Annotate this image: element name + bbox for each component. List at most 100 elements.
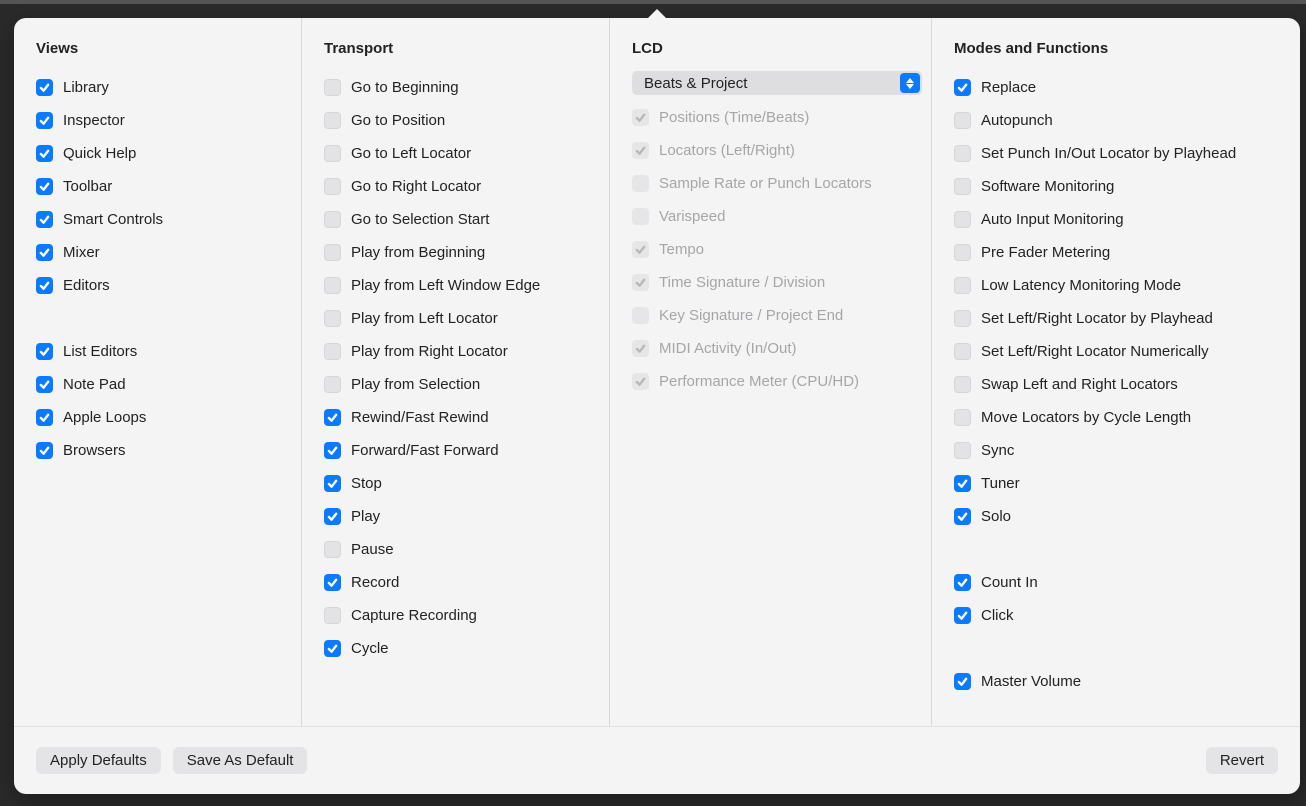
checkbox-set-punch-in-out-locator-by-playhead[interactable] bbox=[954, 145, 971, 162]
lcd-mode-select[interactable]: Beats & Project bbox=[632, 71, 922, 95]
checkbox-play-from-selection[interactable] bbox=[324, 376, 341, 393]
checkbox-go-to-beginning[interactable] bbox=[324, 79, 341, 96]
checkbox-move-locators-by-cycle-length[interactable] bbox=[954, 409, 971, 426]
checkbox-go-to-position[interactable] bbox=[324, 112, 341, 129]
revert-button[interactable]: Revert bbox=[1206, 747, 1278, 774]
checkbox-list-editors[interactable] bbox=[36, 343, 53, 360]
option-capture-recording[interactable]: Capture Recording bbox=[324, 599, 587, 632]
option-performance-meter-cpu-hd: Performance Meter (CPU/HD) bbox=[632, 365, 909, 398]
checkbox-quick-help[interactable] bbox=[36, 145, 53, 162]
checkbox-sync[interactable] bbox=[954, 442, 971, 459]
checkbox-rewind-fast-rewind[interactable] bbox=[324, 409, 341, 426]
option-move-locators-by-cycle-length[interactable]: Move Locators by Cycle Length bbox=[954, 401, 1278, 434]
option-note-pad[interactable]: Note Pad bbox=[36, 368, 279, 401]
option-software-monitoring[interactable]: Software Monitoring bbox=[954, 170, 1278, 203]
option-autopunch[interactable]: Autopunch bbox=[954, 104, 1278, 137]
checkbox-cycle[interactable] bbox=[324, 640, 341, 657]
checkbox-apple-loops[interactable] bbox=[36, 409, 53, 426]
option-mixer[interactable]: Mixer bbox=[36, 236, 279, 269]
label-go-to-beginning: Go to Beginning bbox=[351, 79, 459, 96]
option-go-to-beginning[interactable]: Go to Beginning bbox=[324, 71, 587, 104]
option-play-from-beginning[interactable]: Play from Beginning bbox=[324, 236, 587, 269]
option-inspector[interactable]: Inspector bbox=[36, 104, 279, 137]
apply-defaults-button[interactable]: Apply Defaults bbox=[36, 747, 161, 774]
checkbox-autopunch[interactable] bbox=[954, 112, 971, 129]
checkbox-go-to-selection-start[interactable] bbox=[324, 211, 341, 228]
checkbox-swap-left-and-right-locators[interactable] bbox=[954, 376, 971, 393]
option-play-from-left-window-edge[interactable]: Play from Left Window Edge bbox=[324, 269, 587, 302]
checkbox-smart-controls[interactable] bbox=[36, 211, 53, 228]
checkbox-software-monitoring[interactable] bbox=[954, 178, 971, 195]
checkbox-play-from-left-locator[interactable] bbox=[324, 310, 341, 327]
option-go-to-selection-start[interactable]: Go to Selection Start bbox=[324, 203, 587, 236]
checkbox-forward-fast-forward[interactable] bbox=[324, 442, 341, 459]
select-arrows-icon bbox=[900, 73, 920, 93]
option-play-from-selection[interactable]: Play from Selection bbox=[324, 368, 587, 401]
option-set-left-right-locator-by-playhead[interactable]: Set Left/Right Locator by Playhead bbox=[954, 302, 1278, 335]
option-pause[interactable]: Pause bbox=[324, 533, 587, 566]
checkbox-low-latency-monitoring-mode[interactable] bbox=[954, 277, 971, 294]
checkbox-click[interactable] bbox=[954, 607, 971, 624]
checkbox-auto-input-monitoring[interactable] bbox=[954, 211, 971, 228]
option-go-to-left-locator[interactable]: Go to Left Locator bbox=[324, 137, 587, 170]
option-tuner[interactable]: Tuner bbox=[954, 467, 1278, 500]
option-click[interactable]: Click bbox=[954, 599, 1278, 632]
checkbox-mixer[interactable] bbox=[36, 244, 53, 261]
option-apple-loops[interactable]: Apple Loops bbox=[36, 401, 279, 434]
option-smart-controls[interactable]: Smart Controls bbox=[36, 203, 279, 236]
option-quick-help[interactable]: Quick Help bbox=[36, 137, 279, 170]
label-varispeed: Varispeed bbox=[659, 208, 725, 225]
option-toolbar[interactable]: Toolbar bbox=[36, 170, 279, 203]
checkbox-play-from-left-window-edge[interactable] bbox=[324, 277, 341, 294]
checkbox-master-volume[interactable] bbox=[954, 673, 971, 690]
checkbox-set-left-right-locator-by-playhead[interactable] bbox=[954, 310, 971, 327]
checkbox-inspector[interactable] bbox=[36, 112, 53, 129]
option-sync[interactable]: Sync bbox=[954, 434, 1278, 467]
option-set-punch-in-out-locator-by-playhead[interactable]: Set Punch In/Out Locator by Playhead bbox=[954, 137, 1278, 170]
option-go-to-right-locator[interactable]: Go to Right Locator bbox=[324, 170, 587, 203]
option-list-editors[interactable]: List Editors bbox=[36, 335, 279, 368]
checkbox-replace[interactable] bbox=[954, 79, 971, 96]
option-auto-input-monitoring[interactable]: Auto Input Monitoring bbox=[954, 203, 1278, 236]
option-play-from-right-locator[interactable]: Play from Right Locator bbox=[324, 335, 587, 368]
option-browsers[interactable]: Browsers bbox=[36, 434, 279, 467]
checkbox-tuner[interactable] bbox=[954, 475, 971, 492]
option-play[interactable]: Play bbox=[324, 500, 587, 533]
checkbox-count-in[interactable] bbox=[954, 574, 971, 591]
option-count-in[interactable]: Count In bbox=[954, 566, 1278, 599]
save-as-default-button[interactable]: Save As Default bbox=[173, 747, 308, 774]
checkbox-note-pad[interactable] bbox=[36, 376, 53, 393]
option-cycle[interactable]: Cycle bbox=[324, 632, 587, 665]
option-library[interactable]: Library bbox=[36, 71, 279, 104]
checkbox-pause[interactable] bbox=[324, 541, 341, 558]
option-set-left-right-locator-numerically[interactable]: Set Left/Right Locator Numerically bbox=[954, 335, 1278, 368]
checkbox-browsers[interactable] bbox=[36, 442, 53, 459]
checkbox-toolbar[interactable] bbox=[36, 178, 53, 195]
option-low-latency-monitoring-mode[interactable]: Low Latency Monitoring Mode bbox=[954, 269, 1278, 302]
option-record[interactable]: Record bbox=[324, 566, 587, 599]
checkbox-editors[interactable] bbox=[36, 277, 53, 294]
checkbox-go-to-right-locator[interactable] bbox=[324, 178, 341, 195]
option-pre-fader-metering[interactable]: Pre Fader Metering bbox=[954, 236, 1278, 269]
checkbox-library[interactable] bbox=[36, 79, 53, 96]
checkbox-capture-recording[interactable] bbox=[324, 607, 341, 624]
checkbox-pre-fader-metering[interactable] bbox=[954, 244, 971, 261]
checkbox-play[interactable] bbox=[324, 508, 341, 525]
option-play-from-left-locator[interactable]: Play from Left Locator bbox=[324, 302, 587, 335]
option-forward-fast-forward[interactable]: Forward/Fast Forward bbox=[324, 434, 587, 467]
option-stop[interactable]: Stop bbox=[324, 467, 587, 500]
checkbox-stop[interactable] bbox=[324, 475, 341, 492]
checkbox-go-to-left-locator[interactable] bbox=[324, 145, 341, 162]
checkbox-play-from-beginning[interactable] bbox=[324, 244, 341, 261]
checkbox-play-from-right-locator[interactable] bbox=[324, 343, 341, 360]
option-solo[interactable]: Solo bbox=[954, 500, 1278, 533]
checkbox-set-left-right-locator-numerically[interactable] bbox=[954, 343, 971, 360]
checkbox-solo[interactable] bbox=[954, 508, 971, 525]
option-editors[interactable]: Editors bbox=[36, 269, 279, 302]
option-replace[interactable]: Replace bbox=[954, 71, 1278, 104]
option-master-volume[interactable]: Master Volume bbox=[954, 665, 1278, 698]
checkbox-record[interactable] bbox=[324, 574, 341, 591]
option-swap-left-and-right-locators[interactable]: Swap Left and Right Locators bbox=[954, 368, 1278, 401]
option-rewind-fast-rewind[interactable]: Rewind/Fast Rewind bbox=[324, 401, 587, 434]
option-go-to-position[interactable]: Go to Position bbox=[324, 104, 587, 137]
